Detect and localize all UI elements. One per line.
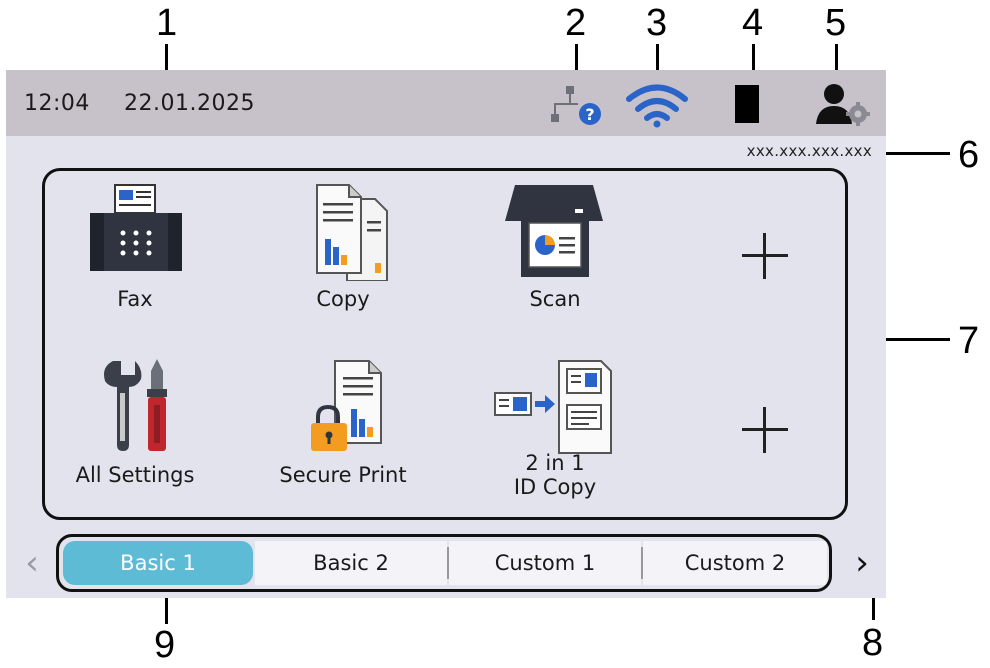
admin-settings-icon[interactable] [812,82,872,128]
add-icon [742,407,788,453]
lcd-screen: 12:04 22.01.2025 ? xxx.xxx.xxx.xxx Fax C… [6,70,886,598]
callout-line-9 [165,594,168,624]
callout-7: 7 [958,320,980,362]
id-copy-icon [494,360,612,454]
callout-1: 1 [156,2,178,44]
shortcut-tile-panel: Fax Copy Scan All Settings Secure Print … [42,168,848,520]
copy-label: Copy [316,287,370,311]
toner-icon[interactable] [734,84,760,124]
fax-icon [90,184,182,271]
status-time: 12:04 [24,91,90,116]
next-tab-button[interactable]: › [842,534,882,592]
secure-print-icon [311,360,382,451]
tab-custom-1[interactable]: Custom 1 [449,541,641,585]
settings-tools-icon [104,359,167,451]
tab-basic-2[interactable]: Basic 2 [255,541,447,585]
callout-5: 5 [825,2,847,44]
copy-tile[interactable]: Copy [263,175,423,335]
secure-print-tile[interactable]: Secure Print [263,351,423,511]
callout-2: 2 [565,2,587,44]
callout-6: 6 [958,134,980,176]
scan-icon [505,185,603,277]
wired-lan-status-icon[interactable]: ? [550,84,606,128]
scan-tile[interactable]: Scan [475,175,635,335]
callout-3: 3 [646,2,668,44]
callout-9: 9 [154,624,176,666]
tab-custom-2[interactable]: Custom 2 [643,541,827,585]
scan-label: Scan [529,287,581,311]
id-copy-label: 2 in 1 ID Copy [513,451,597,499]
svg-text:?: ? [585,105,594,124]
all-settings-label: All Settings [75,463,195,487]
ip-address: xxx.xxx.xxx.xxx [746,142,872,160]
add-icon [742,233,788,279]
tab-bar: ‹ Basic 1 Basic 2 Custom 1 Custom 2 › [6,528,886,598]
add-shortcut-tile-1[interactable] [685,175,845,335]
tab-basic-1[interactable]: Basic 1 [63,541,253,585]
callout-8: 8 [862,622,884,664]
secure-print-label: Secure Print [279,463,407,487]
prev-tab-button[interactable]: ‹ [12,534,52,592]
id-copy-tile[interactable]: 2 in 1 ID Copy [475,351,635,511]
status-bar: 12:04 22.01.2025 ? [6,70,886,136]
callout-4: 4 [742,2,764,44]
tab-frame: Basic 1 Basic 2 Custom 1 Custom 2 [56,534,832,592]
add-shortcut-tile-2[interactable] [685,351,845,511]
fax-label: Fax [117,287,153,311]
wifi-icon[interactable] [626,82,688,128]
all-settings-tile[interactable]: All Settings [55,351,215,511]
copy-icon [316,184,388,281]
status-date: 22.01.2025 [124,91,255,116]
fax-tile[interactable]: Fax [55,175,215,335]
